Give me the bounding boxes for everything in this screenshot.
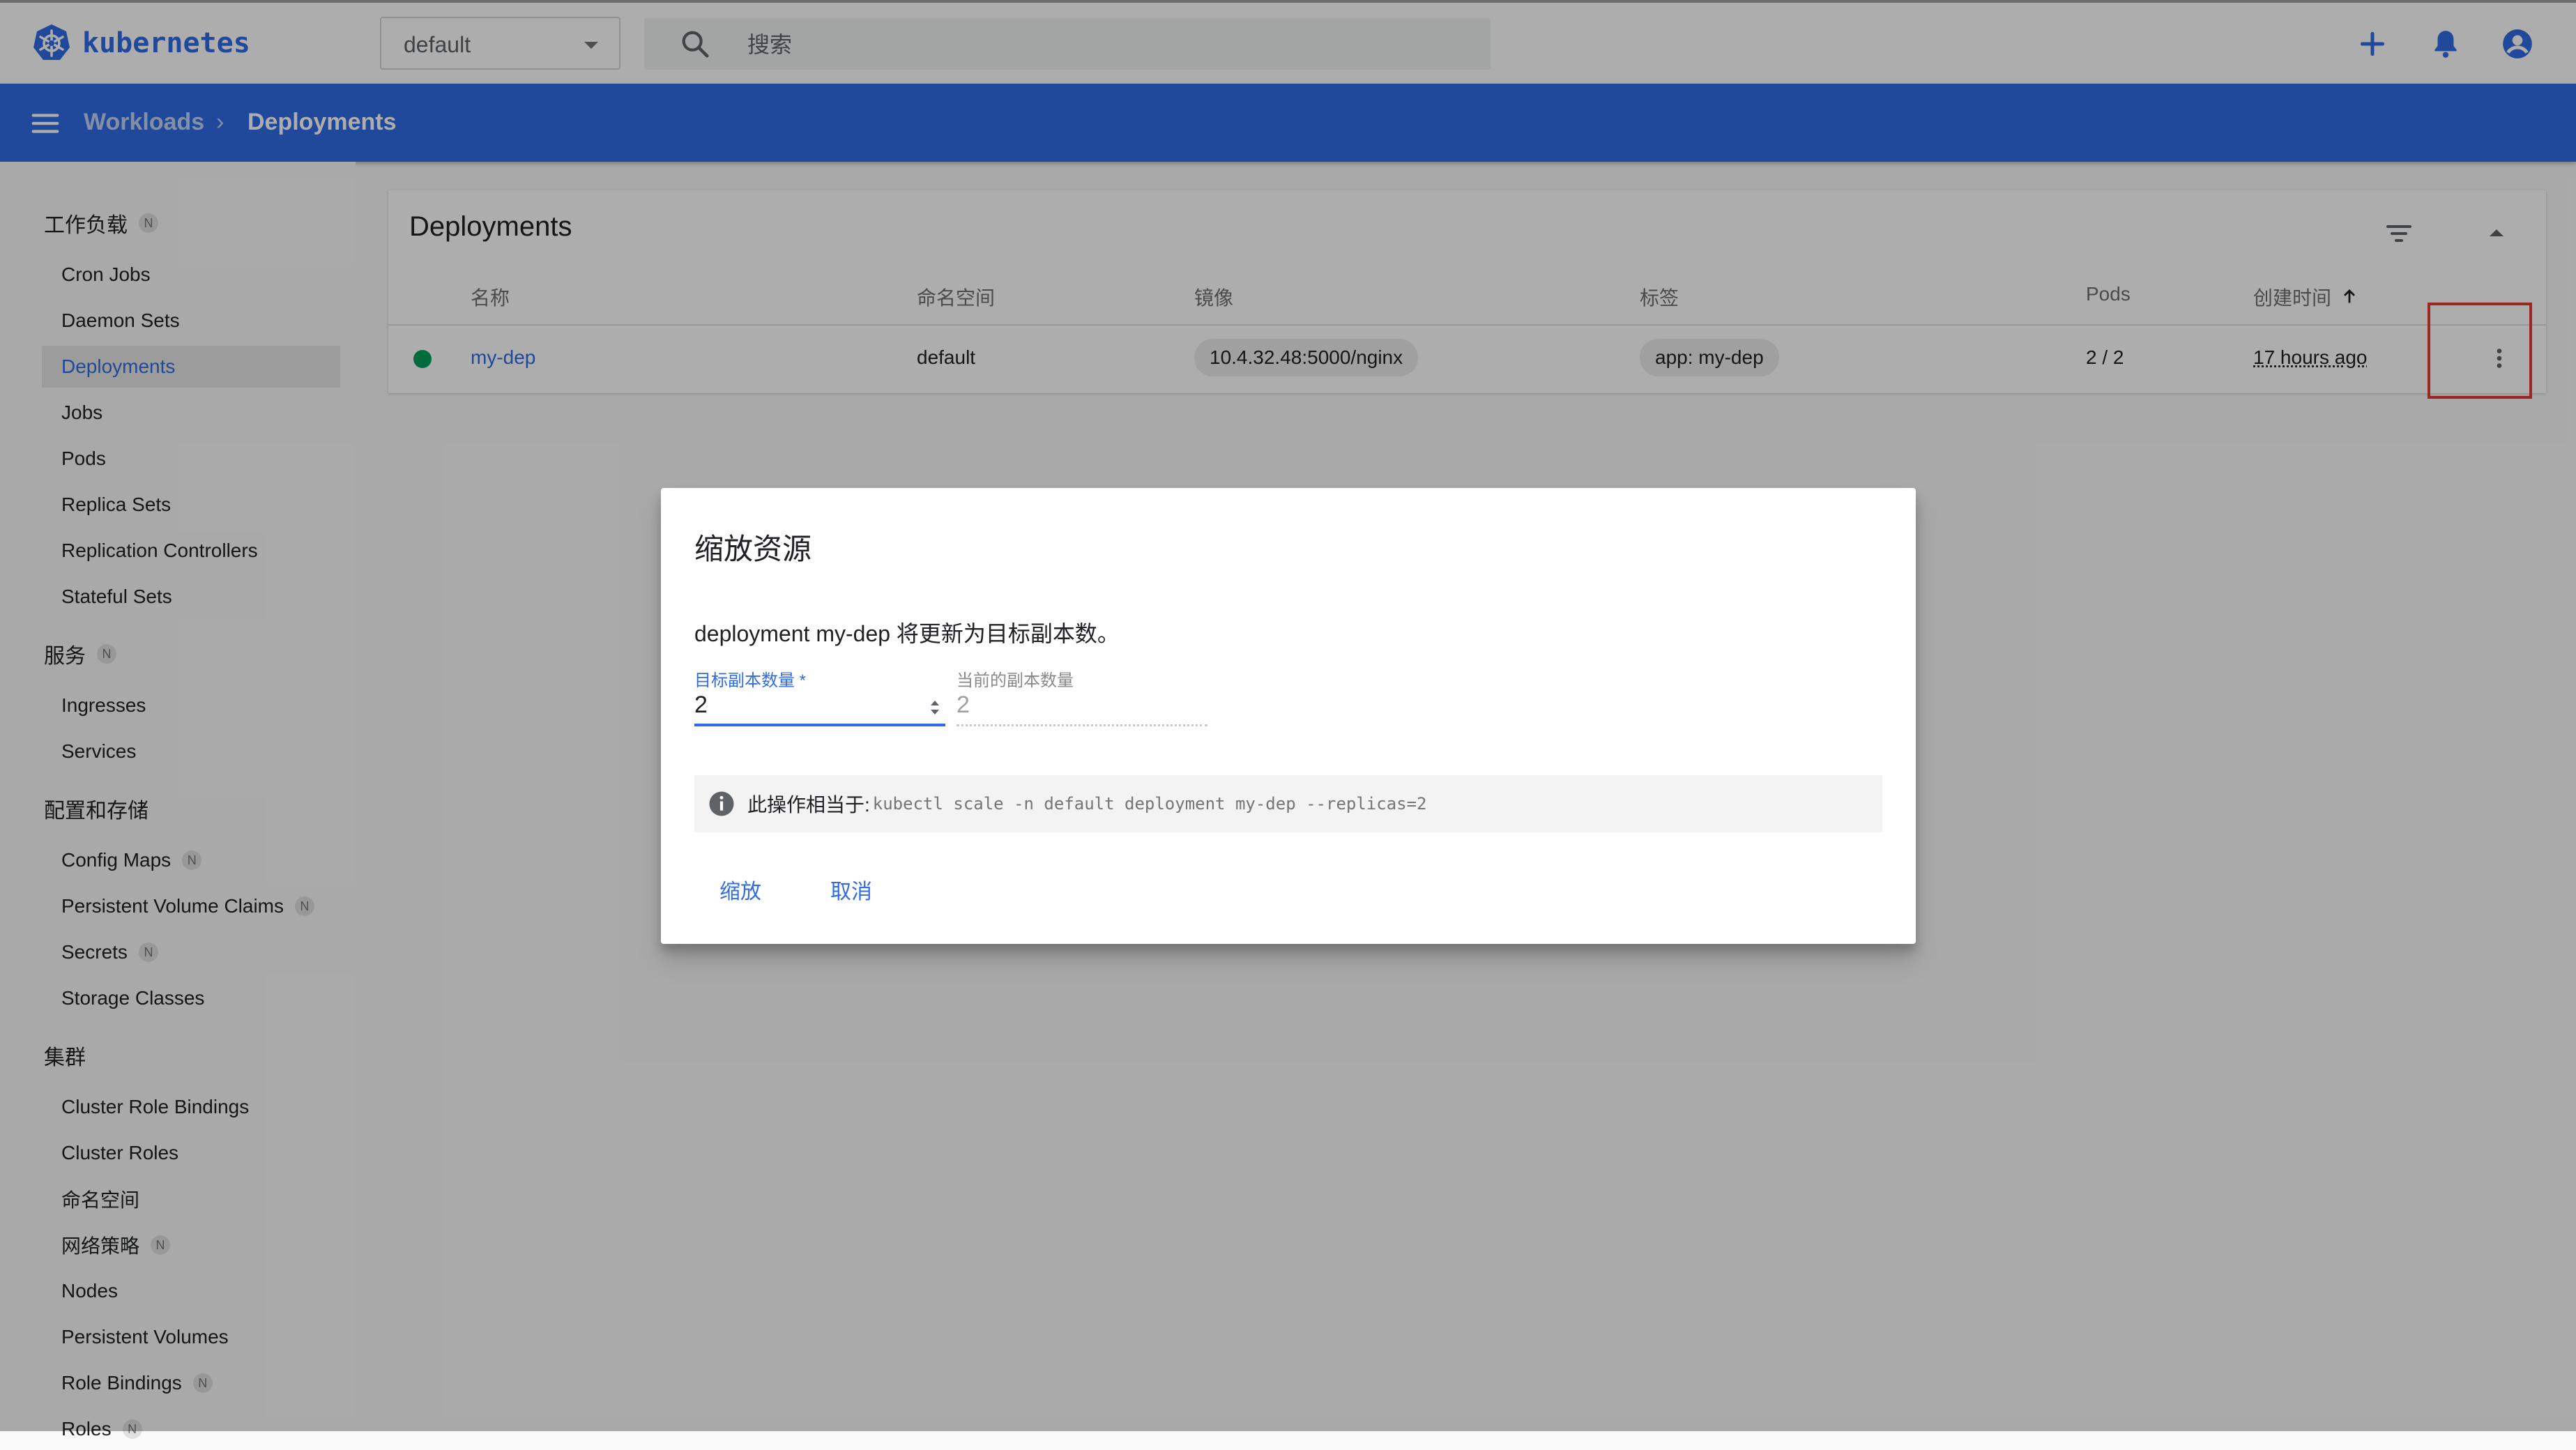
dialog-message: deployment my-dep 将更新为目标副本数。 [694, 621, 1120, 646]
dialog-title: 缩放资源 [694, 533, 812, 565]
info-icon [709, 791, 734, 816]
equivalent-label: 此操作相当于: [747, 794, 870, 816]
kubectl-command: kubectl scale -n default deployment my-d… [872, 794, 1427, 814]
target-replicas-field[interactable] [694, 692, 945, 726]
equivalent-command-box: 此操作相当于: kubectl scale -n default deploym… [694, 775, 1882, 832]
scale-button[interactable]: 缩放 [719, 874, 761, 905]
target-replicas-label: 目标副本数量 * [694, 671, 807, 690]
target-replicas-input[interactable] [694, 692, 904, 719]
current-replicas-field: 2 [957, 692, 1207, 726]
number-spinner-icon[interactable] [927, 697, 943, 718]
scale-resource-dialog: 缩放资源 deployment my-dep 将更新为目标副本数。 目标副本数量… [661, 488, 1916, 944]
current-replicas-label: 当前的副本数量 [957, 671, 1074, 690]
cancel-button[interactable]: 取消 [830, 874, 872, 905]
